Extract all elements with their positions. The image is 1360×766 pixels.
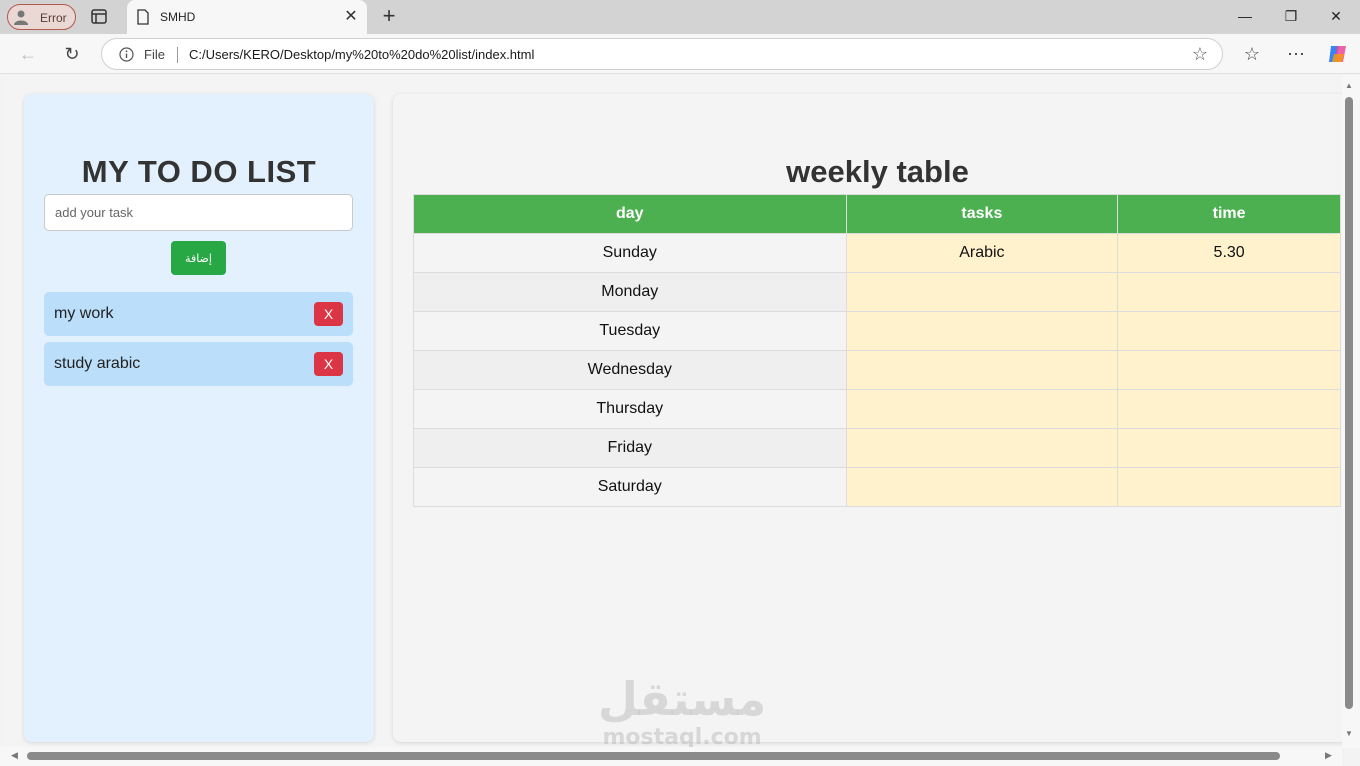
new-tab-icon[interactable]: + [378, 5, 400, 28]
profile-button[interactable]: Error [7, 4, 76, 30]
column-header-tasks: tasks [845, 194, 1119, 234]
vertical-scrollbar[interactable]: ▲ ▼ [1342, 75, 1360, 748]
todo-sidebar: MY TO DO LIST إضافة my work X study arab… [24, 94, 374, 742]
day-cell: Friday [413, 428, 847, 468]
scroll-up-icon[interactable]: ▲ [1344, 81, 1354, 90]
task-item: my work X [44, 292, 353, 336]
table-row: Thursday [413, 389, 1341, 429]
more-options-icon[interactable]: ⋯ [1284, 42, 1308, 66]
task-cell[interactable] [845, 350, 1119, 390]
task-item-label: study arabic [54, 355, 141, 372]
table-row: Tuesday [413, 311, 1341, 351]
url-text[interactable]: C:/Users/KERO/Desktop/my%20to%20do%20lis… [189, 47, 534, 62]
tab-title: SMHD [160, 10, 196, 24]
column-header-time: time [1117, 194, 1341, 234]
tab-smhd[interactable]: SMHD ✕ [127, 0, 367, 34]
weekly-table: day tasks time Sunday Arabic 5.30 Monday [413, 194, 1341, 507]
mostaql-watermark: مستقل mostaql.com [598, 671, 766, 747]
table-row: Saturday [413, 467, 1341, 507]
address-bar[interactable]: File C:/Users/KERO/Desktop/my%20to%20do%… [101, 38, 1223, 70]
time-cell[interactable]: 5.30 [1117, 233, 1341, 273]
horizontal-scroll-thumb[interactable] [27, 752, 1280, 760]
favorites-icon[interactable]: ☆ [1240, 42, 1264, 66]
task-cell[interactable] [845, 389, 1119, 429]
table-row: Wednesday [413, 350, 1341, 390]
profile-avatar-icon [14, 10, 28, 25]
todo-title: MY TO DO LIST [81, 154, 317, 189]
favorite-star-icon[interactable]: ☆ [1192, 45, 1208, 63]
page-viewport: MY TO DO LIST إضافة my work X study arab… [4, 75, 1342, 747]
file-scheme-label: File [144, 47, 165, 62]
table-row: Sunday Arabic 5.30 [413, 233, 1341, 273]
back-arrow-icon[interactable]: ← [16, 42, 40, 66]
browser-tabstrip: Error SMHD ✕ + — ❐ ✕ [0, 0, 1360, 34]
delete-task-button[interactable]: X [314, 352, 343, 376]
scroll-right-icon[interactable]: ▶ [1325, 750, 1332, 761]
profile-error-label: Error [40, 11, 67, 25]
day-cell: Thursday [413, 389, 847, 429]
day-cell: Wednesday [413, 350, 847, 390]
info-icon[interactable] [119, 47, 134, 62]
weekly-title: weekly table [786, 154, 969, 189]
task-item-label: my work [54, 305, 114, 322]
scroll-down-icon[interactable]: ▼ [1344, 729, 1354, 738]
address-separator [177, 47, 178, 63]
time-cell[interactable] [1117, 428, 1341, 468]
tab-actions-icon[interactable] [88, 7, 110, 27]
time-cell[interactable] [1117, 350, 1341, 390]
task-input[interactable] [44, 194, 353, 231]
task-cell[interactable] [845, 311, 1119, 351]
day-cell: Tuesday [413, 311, 847, 351]
time-cell[interactable] [1117, 311, 1341, 351]
close-window-icon[interactable]: ✕ [1323, 4, 1349, 28]
minimize-icon[interactable]: — [1232, 4, 1258, 28]
horizontal-scrollbar[interactable]: ◀ ▶ [0, 747, 1342, 766]
time-cell[interactable] [1117, 467, 1341, 507]
vertical-scroll-thumb[interactable] [1345, 97, 1353, 709]
page-icon [137, 9, 149, 25]
day-cell: Saturday [413, 467, 847, 507]
add-task-button[interactable]: إضافة [171, 241, 226, 275]
restore-icon[interactable]: ❐ [1278, 4, 1304, 28]
scroll-left-icon[interactable]: ◀ [11, 750, 18, 761]
time-cell[interactable] [1117, 272, 1341, 312]
task-cell[interactable] [845, 467, 1119, 507]
day-cell: Monday [413, 272, 847, 312]
time-cell[interactable] [1117, 389, 1341, 429]
day-cell: Sunday [413, 233, 847, 273]
task-cell[interactable] [845, 428, 1119, 468]
watermark-arabic: مستقل [598, 672, 767, 726]
delete-task-button[interactable]: X [314, 302, 343, 326]
table-row: Friday [413, 428, 1341, 468]
refresh-icon[interactable]: ↻ [60, 42, 84, 66]
task-item: study arabic X [44, 342, 353, 386]
watermark-latin: mostaql.com [602, 725, 762, 748]
table-header-row: day tasks time [413, 194, 1341, 234]
column-header-day: day [413, 194, 847, 234]
close-tab-icon[interactable]: ✕ [343, 9, 359, 25]
task-cell[interactable] [845, 272, 1119, 312]
task-cell[interactable]: Arabic [845, 233, 1119, 273]
browser-toolbar: ← ↻ File C:/Users/KERO/Desktop/my%20to%2… [0, 34, 1360, 74]
weekly-panel: weekly table day tasks time Sunday Arabi… [393, 94, 1342, 742]
copilot-icon[interactable] [1326, 42, 1350, 66]
table-row: Monday [413, 272, 1341, 312]
